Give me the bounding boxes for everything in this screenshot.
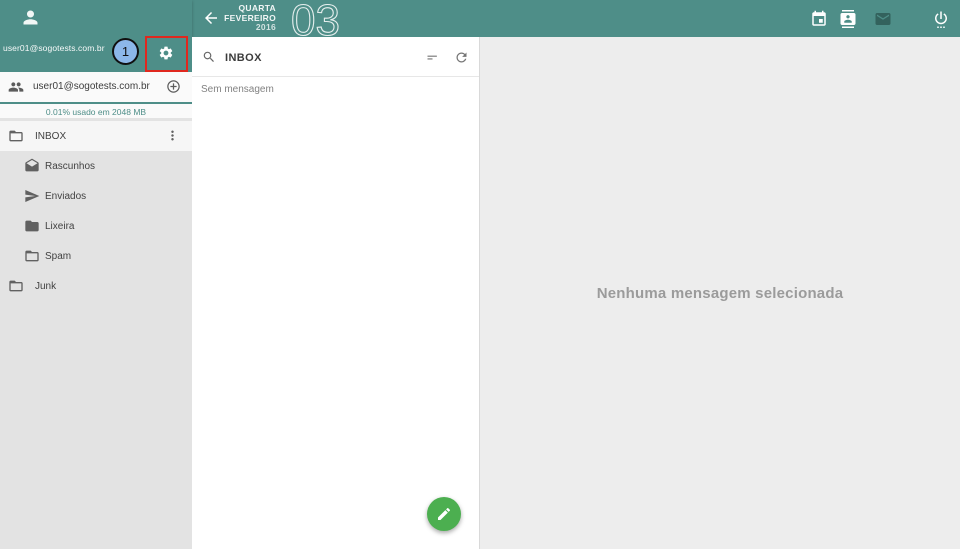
message-list-column: INBOX Sem mensagem [192,37,480,549]
quota-progress-bar [0,102,192,104]
folder-label: INBOX [35,131,66,142]
account-row[interactable]: user01@sogotests.com.br [0,72,192,102]
back-arrow-icon[interactable] [202,9,220,27]
folder-label: Rascunhos [45,161,95,172]
sort-icon[interactable] [425,50,440,65]
message-preview-pane: Nenhuma mensagem selecionada [480,37,960,549]
user-avatar-icon [20,7,41,28]
calendar-module-icon[interactable] [810,10,828,28]
account-section: user01@sogotests.com.br 0.01% usado em 2… [0,72,192,118]
search-icon[interactable] [202,50,216,64]
compose-fab-button[interactable] [427,497,461,531]
pencil-edit-icon [436,506,452,522]
list-empty-text: Sem mensagem [201,84,274,95]
date-year: 2016 [220,23,276,33]
folder-row-rascunhos[interactable]: Rascunhos [0,151,192,181]
folder-filled-icon [24,218,40,234]
folder-menu-kebab-icon[interactable] [165,128,180,143]
sidebar: user01@sogotests.com.br user01@sogotests… [0,0,192,549]
folder-row-junk[interactable]: Junk [0,271,192,301]
folder-row-enviados[interactable]: Enviados [0,181,192,211]
contacts-module-icon[interactable] [839,10,857,28]
folder-label: Spam [45,251,71,262]
folder-row-inbox[interactable]: INBOX [0,121,192,151]
preview-empty-text: Nenhuma mensagem selecionada [480,285,960,302]
main-header: QUARTA FEVEREIRO 2016 03 [192,0,960,37]
add-circle-icon[interactable] [166,79,181,94]
annotation-step-badge: 1 [112,38,139,65]
drafts-icon [24,158,40,174]
folder-label: Junk [35,281,56,292]
folder-row-lixeira[interactable]: Lixeira [0,211,192,241]
accounts-group-icon [8,79,24,95]
refresh-icon[interactable] [454,50,469,65]
mailbox-title: INBOX [225,52,262,64]
folder-label: Lixeira [45,221,74,232]
folder-row-spam[interactable]: Spam [0,241,192,271]
annotation-highlight-box [145,36,188,72]
mail-module-icon-active[interactable] [874,10,892,28]
svg-text:03: 03 [291,0,340,39]
logout-power-icon[interactable] [932,10,950,28]
message-list-toolbar: INBOX [192,37,479,77]
account-email-label: user01@sogotests.com.br [33,81,150,92]
folder-outline-icon [8,128,24,144]
date-stack[interactable]: QUARTA FEVEREIRO 2016 [220,4,276,33]
folder-outline-icon [8,278,24,294]
folder-outline-icon [24,248,40,264]
send-icon [24,188,40,204]
folder-label: Enviados [45,191,86,202]
quota-label: 0.01% usado em 2048 MB [0,107,192,117]
date-day-number: 03 [290,0,360,39]
annotation-step-number: 1 [122,44,129,59]
